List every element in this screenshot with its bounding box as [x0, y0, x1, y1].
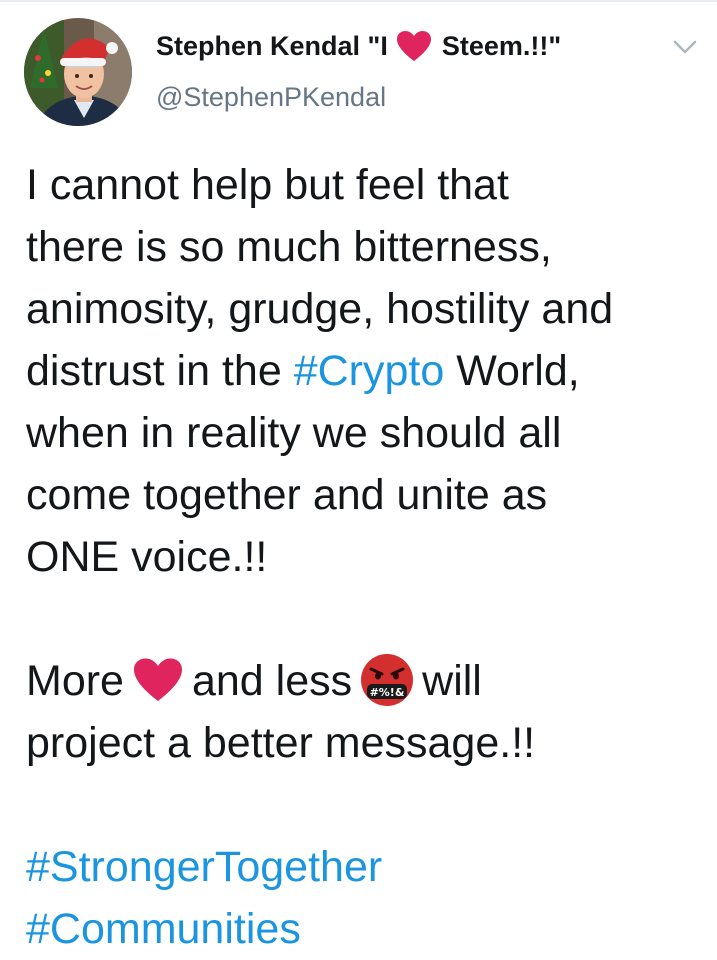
avatar-image: [24, 18, 132, 126]
tweet-line: distrust in the #Crypto World,: [26, 340, 706, 402]
paragraph-break: [26, 774, 706, 836]
tweet-line: I cannot help but feel that: [26, 161, 509, 209]
face-with-symbols-on-mouth-emoji: #%!&: [361, 654, 414, 706]
hashtag-crypto-link[interactable]: #Crypto: [294, 347, 445, 395]
author-handle[interactable]: @StephenPKendal: [156, 82, 386, 113]
author-display-name[interactable]: Stephen Kendal "I Steem.!!": [156, 30, 561, 63]
tweet-text: I cannot help but feel that there is so …: [26, 154, 706, 960]
tweet-line: when in reality we should all: [26, 409, 562, 457]
angry-emoji-symbols: #%!&: [370, 686, 405, 699]
tweet-line: project a better message.!!: [26, 719, 536, 767]
tweet-text-segment: will: [422, 657, 482, 705]
top-divider: [0, 0, 717, 2]
avatar[interactable]: [24, 18, 132, 126]
tweet-line: animosity, grudge, hostility and: [26, 285, 614, 333]
red-heart-icon: [396, 31, 431, 61]
hashtag-communities-link[interactable]: #Communities: [26, 898, 706, 960]
tweet-text-segment: World,: [456, 347, 580, 395]
tweet-text-segment: distrust in the: [26, 347, 282, 395]
tweet-text-segment: and less: [191, 657, 353, 705]
author-name-prefix: Stephen Kendal "I: [156, 31, 388, 61]
tweet-line: come together and unite as: [26, 471, 548, 519]
chevron-down-icon[interactable]: [672, 38, 698, 56]
tweet-line: More and less #%!& will: [26, 650, 706, 712]
hashtag-strongertogether-link[interactable]: #StrongerTogether: [26, 836, 706, 898]
tweet-line: ONE voice.!!: [26, 533, 268, 581]
red-heart-emoji: [133, 658, 182, 701]
paragraph-break: [26, 588, 706, 650]
tweet-line: there is so much bitterness,: [26, 223, 552, 271]
tweet-text-segment: More: [26, 657, 124, 705]
author-name-suffix: Steem.!!": [441, 31, 562, 61]
